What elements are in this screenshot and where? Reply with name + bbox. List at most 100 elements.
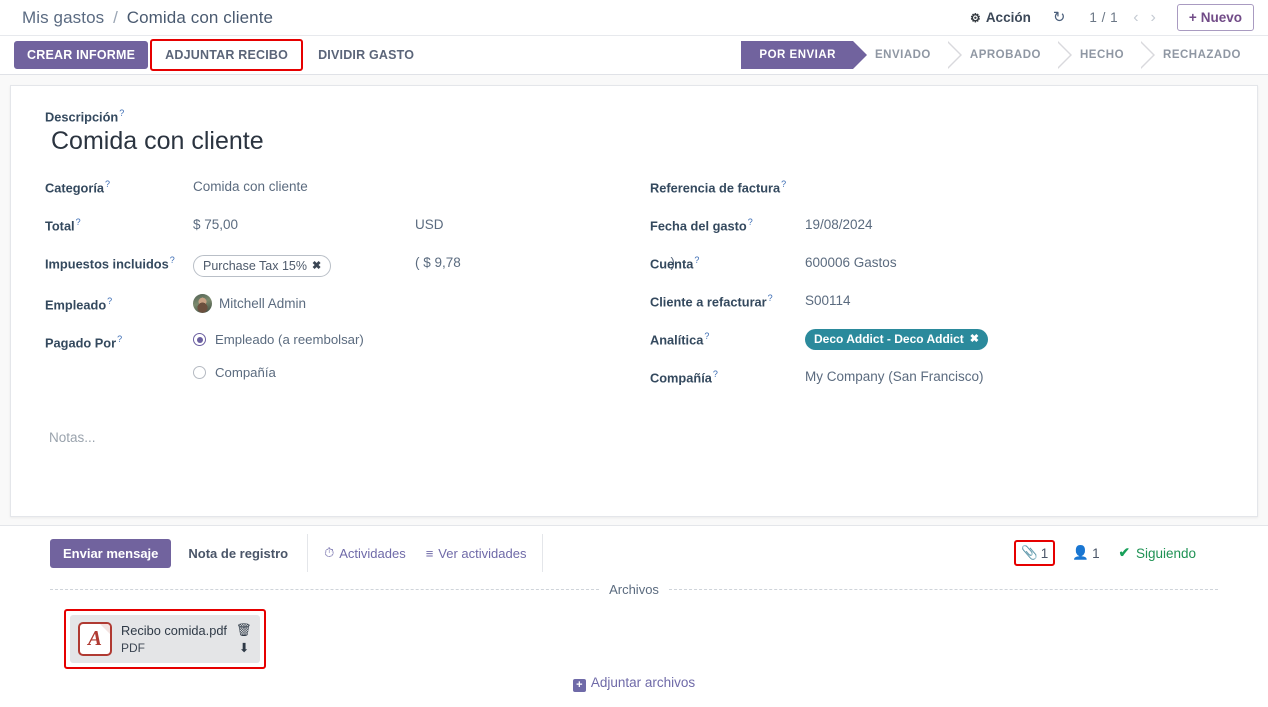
separator-line-left <box>50 589 600 590</box>
notes-input[interactable]: Notas... <box>49 430 1223 445</box>
empleado-value[interactable]: Mitchell Admin <box>219 296 306 311</box>
tax-tag-remove-icon[interactable]: ✖ <box>312 259 321 273</box>
help-marker-icon[interactable]: ? <box>768 293 773 303</box>
cuenta-value[interactable]: 600006 Gastos <box>805 252 1223 270</box>
field-cuenta: Cuenta? 600006 Gastos <box>650 252 1223 274</box>
field-fecha-gasto: Fecha del gasto? 19/08/2024 <box>650 214 1223 236</box>
radio-option-compania[interactable]: Compañía <box>193 365 634 380</box>
description-input[interactable]: Comida con cliente <box>47 125 1223 158</box>
pagado-radio-group: Empleado (a reembolsar) Compañía <box>193 331 634 380</box>
download-icon[interactable]: ⬇ <box>239 641 249 656</box>
form-right-column: Referencia de factura? Fecha del gasto? … <box>634 176 1223 404</box>
attachment-actions: 🗑 ⬇ <box>232 623 252 656</box>
attachment-card[interactable]: A Recibo comida.pdf PDF 🗑 ⬇ <box>70 615 260 663</box>
log-note-button[interactable]: Nota de registro <box>175 539 301 568</box>
cliente-value[interactable]: S00114 <box>805 290 1223 308</box>
status-por-enviar[interactable]: POR ENVIAR <box>741 41 867 69</box>
pagado-label-text: Pagado Por <box>45 335 117 351</box>
form-columns: Categoría? Comida con cliente Total? $ 7… <box>45 176 1223 404</box>
empleado-label: Empleado? <box>45 293 193 312</box>
compania-label: Compañía? <box>650 366 805 385</box>
field-cliente-refacturar: Cliente a refacturar? S00114 <box>650 290 1223 312</box>
analytic-tag-remove-icon[interactable]: ✖ <box>970 333 979 347</box>
help-marker-icon[interactable]: ? <box>76 217 81 227</box>
field-categoria: Categoría? Comida con cliente <box>45 176 634 198</box>
activities-button[interactable]: ⏱ Actividades <box>314 538 416 568</box>
tax-tag[interactable]: Purchase Tax 15% ✖ <box>193 255 332 278</box>
radio-option-empleado[interactable]: Empleado (a reembolsar) <box>193 332 634 347</box>
status-enviado[interactable]: ENVIADO <box>852 41 962 69</box>
send-message-button[interactable]: Enviar mensaje <box>50 538 172 568</box>
total-label-text: Total <box>45 218 75 234</box>
activities-label: Actividades <box>339 545 406 561</box>
new-record-button[interactable]: + Nuevo <box>1176 4 1254 31</box>
avatar <box>193 294 212 314</box>
chatter-right-controls: 📎 1 👤 1 ✔ Siguiendo <box>1013 540 1252 566</box>
action-menu-button[interactable]: ⚙ Acción <box>960 6 1041 29</box>
help-marker-icon[interactable]: ? <box>170 255 175 265</box>
view-activities-button[interactable]: ≡ Ver actividades <box>416 539 537 568</box>
empleado-value-group: Mitchell Admin <box>193 293 634 314</box>
referencia-label: Referencia de factura? <box>650 176 805 195</box>
list-icon: ≡ <box>425 545 434 561</box>
attach-receipt-button[interactable]: ADJUNTAR RECIBO <box>150 39 304 71</box>
help-marker-icon[interactable]: ? <box>704 331 709 341</box>
help-marker-icon[interactable]: ? <box>781 179 786 189</box>
separator-line-right <box>668 589 1219 590</box>
following-button[interactable]: ✔ Siguiendo <box>1119 545 1196 561</box>
pager-next-icon[interactable]: › <box>1146 9 1161 26</box>
attach-files-button[interactable]: + Adjuntar archivos <box>10 675 1258 692</box>
field-empleado: Empleado? Mitchell Admin <box>45 293 634 315</box>
total-label: Total? <box>45 214 193 233</box>
followers-counter-button[interactable]: 👤 1 <box>1067 542 1104 564</box>
compania-label-text: Compañía <box>650 370 712 386</box>
clock-icon: ⏱ <box>324 545 335 560</box>
pdf-glyph: A <box>87 626 102 651</box>
impuestos-label: Impuestos incluidos? <box>45 252 193 271</box>
breadcrumb-root[interactable]: Mis gastos <box>22 8 104 27</box>
description-label: Descripción? <box>45 108 1223 124</box>
help-marker-icon[interactable]: ? <box>119 108 124 118</box>
compania-value[interactable]: My Company (San Francisco) <box>805 366 1223 384</box>
total-amount[interactable]: $ 75,00 <box>193 217 415 232</box>
pdf-file-icon: A <box>78 622 112 656</box>
help-marker-icon[interactable]: ? <box>117 334 122 344</box>
cliente-label-text: Cliente a refacturar <box>650 294 767 310</box>
breadcrumb-current: Comida con cliente <box>126 7 274 27</box>
chatter-toolbar: Enviar mensaje Nota de registro ⏱ Activi… <box>10 526 1258 580</box>
categoria-value[interactable]: Comida con cliente <box>193 176 634 194</box>
total-currency[interactable]: USD <box>415 217 444 232</box>
field-impuestos: Impuestos incluidos? Purchase Tax 15% ✖ … <box>45 252 675 278</box>
analitica-label: Analítica? <box>650 328 805 347</box>
total-value-group: $ 75,00 USD <box>193 214 634 232</box>
help-marker-icon[interactable]: ? <box>694 255 699 265</box>
trash-icon[interactable]: 🗑 <box>236 623 252 638</box>
split-expense-button[interactable]: DIVIDIR GASTO <box>305 41 427 69</box>
help-marker-icon[interactable]: ? <box>105 179 110 189</box>
check-icon: ✔ <box>1118 545 1130 560</box>
status-rechazado[interactable]: RECHAZADO <box>1141 41 1258 69</box>
help-marker-icon[interactable]: ? <box>107 296 112 306</box>
pagado-label: Pagado Por? <box>45 331 193 350</box>
form-sheet-wrapper: Descripción? Comida con cliente Categorí… <box>0 75 1268 517</box>
files-caption: Archivos <box>609 582 659 597</box>
tax-tag-label: Purchase Tax 15% <box>203 259 307 274</box>
analitica-label-text: Analítica <box>650 332 704 348</box>
status-bar: POR ENVIAR ENVIADO APROBADO HECHO RECHAZ… <box>735 36 1268 75</box>
refresh-button[interactable]: ↻ <box>1041 6 1078 29</box>
radio-icon-selected[interactable] <box>193 333 206 347</box>
help-marker-icon[interactable]: ? <box>713 369 718 379</box>
fecha-value[interactable]: 19/08/2024 <box>805 214 1223 232</box>
status-aprobado[interactable]: APROBADO <box>947 41 1073 69</box>
cuenta-label: Cuenta? <box>650 252 805 271</box>
attachment-meta: Recibo comida.pdf PDF <box>121 622 232 655</box>
attachments-area: A Recibo comida.pdf PDF 🗑 ⬇ <box>10 597 1258 669</box>
radio-icon-unselected[interactable] <box>193 366 206 380</box>
pager-previous-icon[interactable]: ‹ <box>1128 9 1143 26</box>
following-label: Siguiendo <box>1135 545 1196 561</box>
create-report-button[interactable]: CREAR INFORME <box>14 41 149 69</box>
attachment-counter-button[interactable]: 📎 1 <box>1013 540 1056 566</box>
analytic-tag[interactable]: Deco Addict - Deco Addict ✖ <box>805 329 989 351</box>
referencia-value[interactable] <box>805 176 1223 179</box>
help-marker-icon[interactable]: ? <box>748 217 753 227</box>
